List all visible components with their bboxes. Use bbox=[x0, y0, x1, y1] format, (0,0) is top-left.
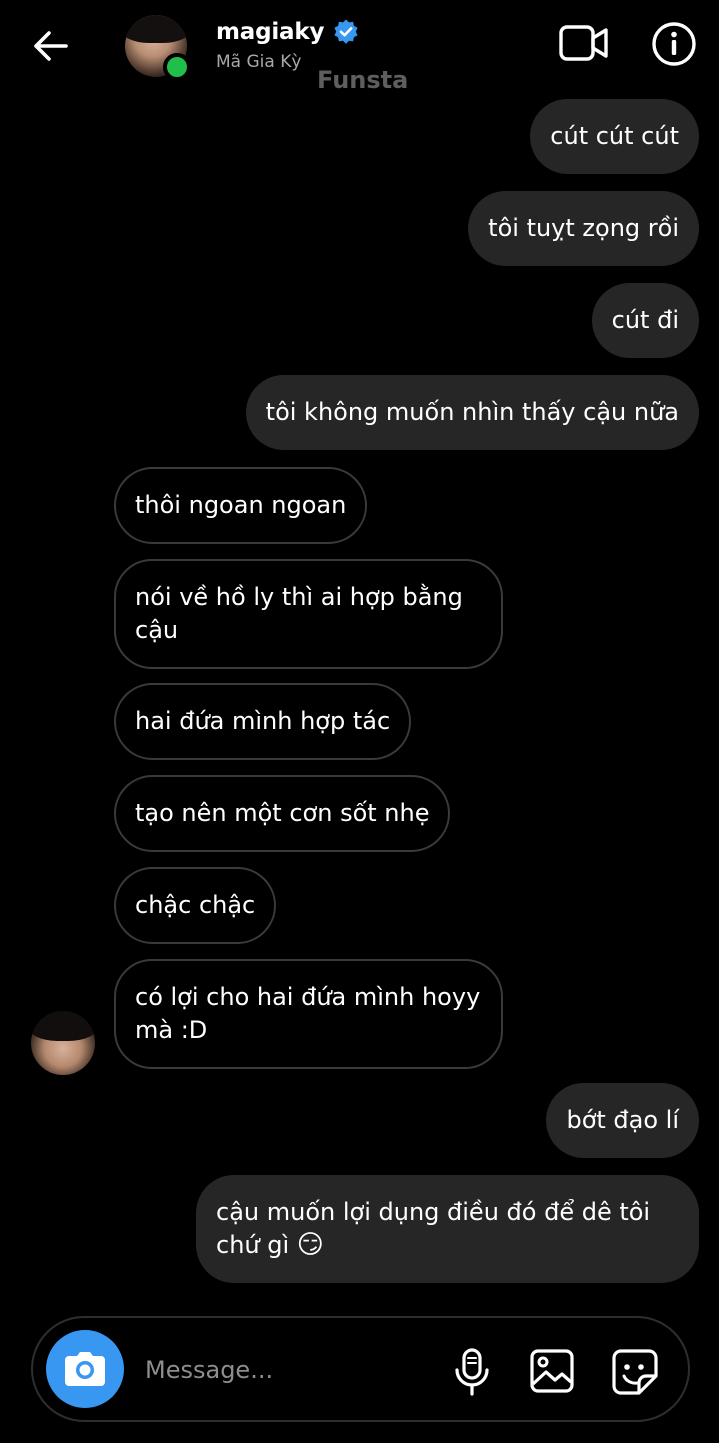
contact-avatar[interactable] bbox=[31, 1011, 95, 1075]
message-outgoing[interactable]: tôi không muốn nhìn thấy cậu nữa bbox=[245, 375, 699, 450]
camera-button[interactable] bbox=[46, 1330, 124, 1408]
image-gallery-icon bbox=[530, 1349, 574, 1393]
camera-icon bbox=[65, 1352, 105, 1386]
message-input[interactable] bbox=[145, 1350, 445, 1390]
voice-message-button[interactable] bbox=[453, 1348, 491, 1396]
verified-badge-icon bbox=[334, 19, 358, 44]
info-icon bbox=[652, 22, 696, 66]
message-composer bbox=[31, 1316, 690, 1422]
online-status-indicator bbox=[163, 53, 191, 81]
message-outgoing[interactable]: bớt đạo lí bbox=[546, 1083, 699, 1158]
video-call-icon bbox=[559, 25, 608, 61]
chat-screen: magiaky Mã Gia Kỳ Funsta cút cút cút tôi… bbox=[0, 0, 719, 1443]
message-outgoing[interactable]: tôi tuỵt zọng rồi bbox=[468, 191, 699, 266]
message-incoming[interactable]: nói về hồ ly thì ai hợp bằng cậu bbox=[114, 559, 503, 669]
message-outgoing[interactable]: cậu muốn lợi dụng điều đó để dê tôi chứ … bbox=[196, 1175, 699, 1283]
username: magiaky bbox=[216, 19, 325, 45]
video-call-button[interactable] bbox=[558, 20, 610, 66]
message-incoming[interactable]: chậc chậc bbox=[114, 867, 277, 944]
sticker-icon bbox=[612, 1349, 658, 1395]
info-button[interactable] bbox=[650, 20, 698, 68]
message-incoming[interactable]: có lợi cho hai đứa mình hoyy mà :D bbox=[114, 959, 503, 1069]
microphone-icon bbox=[455, 1348, 489, 1396]
message-outgoing[interactable]: cút cút cút bbox=[530, 99, 699, 174]
sticker-button[interactable] bbox=[611, 1348, 659, 1396]
gallery-button[interactable] bbox=[529, 1348, 575, 1394]
watermark-text: Funsta bbox=[317, 66, 409, 94]
message-text: cậu muốn lợi dụng điều đó để dê tôi chứ … bbox=[216, 1198, 651, 1259]
message-incoming[interactable]: thôi ngoan ngoan bbox=[114, 467, 368, 544]
back-button[interactable] bbox=[28, 24, 72, 68]
message-outgoing[interactable]: cút đi bbox=[591, 283, 699, 358]
chat-title[interactable]: magiaky Mã Gia Kỳ bbox=[216, 18, 360, 72]
message-incoming[interactable]: tạo nên một cơn sốt nhẹ bbox=[114, 775, 451, 852]
arrow-left-icon bbox=[34, 31, 68, 61]
profile-avatar[interactable] bbox=[125, 15, 191, 81]
message-incoming[interactable]: hai đứa mình hợp tác bbox=[114, 683, 412, 760]
chat-header: magiaky Mã Gia Kỳ Funsta bbox=[0, 0, 719, 96]
smirk-emoji-icon: 😏 bbox=[296, 1230, 324, 1260]
